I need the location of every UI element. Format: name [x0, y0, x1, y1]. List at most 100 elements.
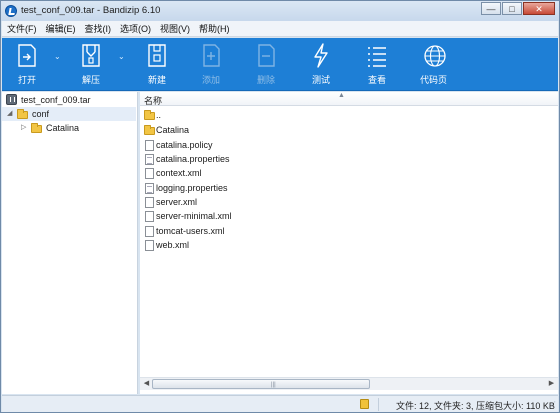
extract-button[interactable]: 解压: [78, 38, 108, 91]
open-label: 打开: [18, 75, 37, 85]
folder-icon: [31, 123, 42, 133]
collapse-arrow-icon[interactable]: ◢: [7, 107, 12, 121]
folder-icon: [144, 110, 155, 120]
list-item-name: tomcat-users.xml: [156, 226, 225, 236]
new-button[interactable]: 新建: [144, 38, 174, 91]
add-label: 添加: [202, 75, 221, 85]
window-title: test_conf_009.tar - Bandizip 6.10: [21, 5, 161, 16]
lock-icon[interactable]: [360, 399, 369, 409]
view-button[interactable]: 查看: [364, 38, 394, 91]
grip-icon: |||: [271, 382, 276, 388]
menu-bar: 文件(F) 编辑(E) 查找(I) 选项(O) 视图(V) 帮助(H): [2, 21, 558, 37]
list-item[interactable]: server-minimal.xml: [140, 209, 550, 223]
extract-icon: [82, 44, 100, 67]
list-item-name: server.xml: [156, 197, 198, 207]
expand-arrow-icon[interactable]: ▷: [21, 121, 26, 135]
menu-help[interactable]: 帮助(H): [194, 21, 234, 36]
file-icon: [145, 168, 154, 179]
file-icon: [145, 197, 154, 208]
list-item-name: catalina.policy: [156, 140, 213, 150]
maximize-icon: □: [509, 4, 515, 14]
file-icon: [145, 211, 154, 222]
list-item-name: logging.properties: [156, 183, 228, 193]
open-dropdown-arrow-icon[interactable]: ⌄: [54, 52, 61, 61]
list-item-name: web.xml: [156, 240, 190, 250]
list-item[interactable]: context.xml: [140, 166, 550, 180]
delete-label: 删除: [257, 75, 276, 85]
codepage-button[interactable]: 代码页: [418, 38, 452, 91]
scrollbar-thumb[interactable]: |||: [152, 379, 370, 389]
status-summary: 文件: 12, 文件夹: 3, 压缩包大小: 110 KB: [396, 401, 555, 411]
lightning-icon: [314, 43, 328, 68]
minimize-icon: —: [486, 4, 496, 14]
menu-edit[interactable]: 编辑(E): [41, 21, 80, 36]
delete-file-icon: [258, 44, 275, 67]
list-view-icon: [368, 47, 386, 67]
tree-item-catalina[interactable]: ▷ Catalina: [2, 121, 136, 135]
list-item-name: ..: [156, 110, 162, 120]
file-list-pane: 名称 ▲ .. Catalina catalina.policy catalin…: [140, 92, 558, 394]
new-label: 新建: [148, 75, 167, 85]
toolbar: 打开 ⌄ 解压 ⌄ 新建 添加 删除 测试 查看 代码页: [2, 38, 558, 91]
open-button[interactable]: 打开: [14, 38, 44, 91]
list-item[interactable]: logging.properties: [140, 181, 550, 195]
list-item[interactable]: Catalina: [140, 123, 550, 137]
view-label: 查看: [368, 75, 387, 85]
list-item-name: server-minimal.xml: [156, 211, 232, 221]
list-item[interactable]: tomcat-users.xml: [140, 224, 550, 238]
codepage-label: 代码页: [420, 75, 448, 85]
menu-find[interactable]: 查找(I): [80, 21, 116, 36]
menu-options[interactable]: 选项(O): [115, 21, 155, 36]
list-item[interactable]: web.xml: [140, 238, 550, 252]
test-button[interactable]: 测试: [308, 38, 338, 91]
tree-conf-label: conf: [32, 109, 50, 119]
status-divider: [378, 398, 379, 411]
close-button[interactable]: ✕: [523, 2, 555, 15]
tree-item-conf[interactable]: ◢ conf: [2, 107, 136, 121]
new-archive-icon: [148, 44, 166, 67]
minimize-button[interactable]: —: [481, 2, 501, 15]
add-button[interactable]: 添加: [198, 38, 228, 91]
sort-ascending-icon: ▲: [338, 92, 345, 99]
menu-file[interactable]: 文件(F): [2, 21, 41, 36]
test-label: 测试: [312, 75, 331, 85]
add-file-icon: [203, 44, 220, 67]
tree-archive-label: test_conf_009.tar: [21, 95, 91, 105]
file-icon: [145, 226, 154, 237]
file-icon: [145, 140, 154, 151]
folder-icon: [144, 125, 155, 135]
menu-view[interactable]: 视图(V): [155, 21, 194, 36]
globe-icon: [424, 45, 446, 67]
close-icon: ✕: [535, 4, 543, 14]
scroll-left-arrow-icon[interactable]: ◀: [141, 379, 152, 389]
horizontal-scrollbar[interactable]: ◀ ||| ▶: [140, 377, 558, 390]
column-header-name[interactable]: 名称 ▲: [140, 92, 558, 106]
delete-button[interactable]: 删除: [253, 38, 283, 91]
tree-catalina-label: Catalina: [46, 123, 80, 133]
text-file-icon: [145, 154, 154, 165]
app-window: test_conf_009.tar - Bandizip 6.10 — □ ✕ …: [0, 0, 560, 413]
extract-dropdown-arrow-icon[interactable]: ⌄: [118, 52, 125, 61]
maximize-button[interactable]: □: [502, 2, 522, 15]
list-item-name: Catalina: [156, 125, 190, 135]
bandizip-logo-icon: [5, 5, 17, 17]
tree-item-archive[interactable]: test_conf_009.tar: [2, 93, 136, 107]
folder-icon: [17, 109, 28, 119]
resize-grip-icon[interactable]: ⋰: [548, 400, 556, 409]
file-icon: [145, 240, 154, 251]
text-file-icon: [145, 183, 154, 194]
open-icon: [18, 44, 36, 67]
folder-tree-pane: test_conf_009.tar ◢ conf ▷ Catalina: [2, 92, 138, 394]
list-item[interactable]: ..: [140, 108, 550, 122]
list-item-name: context.xml: [156, 168, 202, 178]
status-bar: 文件: 12, 文件夹: 3, 压缩包大小: 110 KB ⋰: [2, 395, 558, 412]
column-name-label: 名称: [144, 96, 163, 106]
list-item[interactable]: server.xml: [140, 195, 550, 209]
extract-label: 解压: [82, 75, 101, 85]
list-item-name: catalina.properties: [156, 154, 230, 164]
scroll-right-arrow-icon[interactable]: ▶: [546, 379, 557, 389]
title-bar[interactable]: test_conf_009.tar - Bandizip 6.10 — □ ✕: [1, 1, 559, 21]
window-controls: — □ ✕: [480, 2, 555, 15]
list-item[interactable]: catalina.policy: [140, 138, 550, 152]
list-item[interactable]: catalina.properties: [140, 152, 550, 166]
